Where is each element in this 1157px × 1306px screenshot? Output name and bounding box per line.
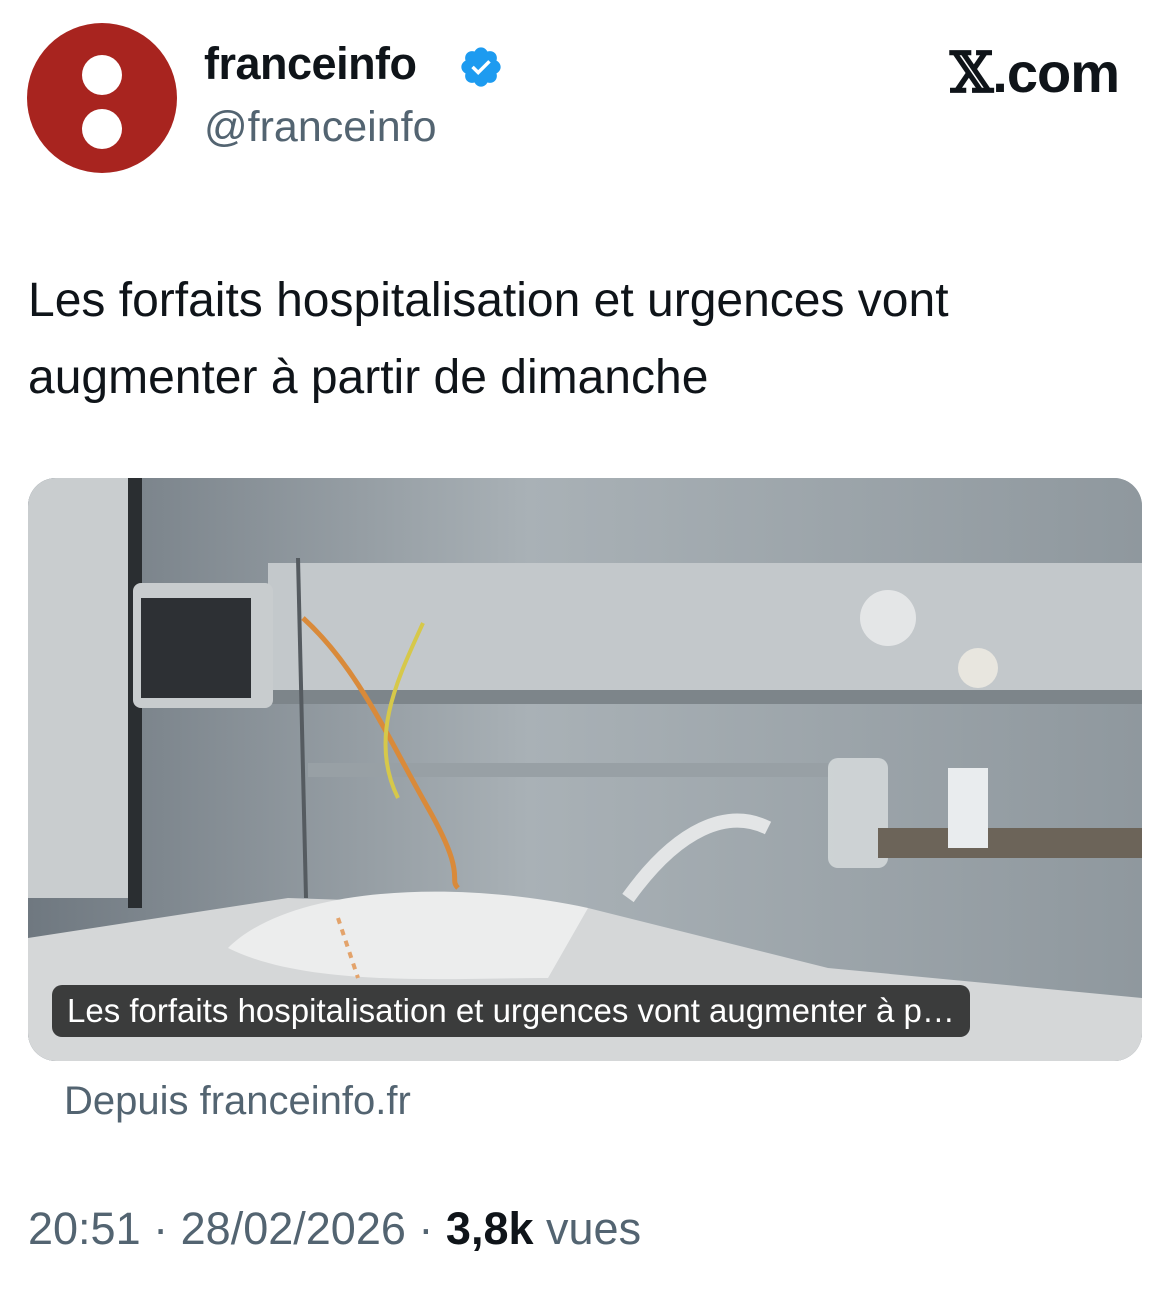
- x-logo-icon: 𝕏: [949, 40, 993, 106]
- avatar-dot-top: [82, 55, 122, 95]
- x-com-suffix: .com: [992, 41, 1120, 104]
- author-name[interactable]: franceinfo: [204, 38, 417, 90]
- link-card-image[interactable]: [28, 478, 1142, 1061]
- author-avatar[interactable]: [27, 23, 177, 173]
- link-card-caption[interactable]: Les forfaits hospitalisation et urgences…: [52, 985, 970, 1037]
- tweet-date[interactable]: 28/02/2026: [181, 1203, 406, 1254]
- author-handle[interactable]: @franceinfo: [204, 103, 437, 152]
- meta-separator-2: ·: [418, 1203, 434, 1254]
- tweet-meta: 20:51 · 28/02/2026 · 3,8k vues: [28, 1203, 641, 1255]
- link-source[interactable]: Depuis franceinfo.fr: [64, 1079, 411, 1124]
- tweet-time[interactable]: 20:51: [28, 1203, 141, 1254]
- hospital-room-photo: [28, 478, 1142, 1061]
- avatar-dot-bottom: [82, 109, 122, 149]
- meta-separator: ·: [153, 1203, 169, 1254]
- views-label: vues: [546, 1203, 642, 1254]
- x-com-logo: 𝕏.com: [949, 40, 1120, 106]
- views-count: 3,8k: [445, 1203, 534, 1254]
- tweet-text: Les forfaits hospitalisation et urgences…: [28, 274, 949, 404]
- verified-badge-icon: [461, 47, 501, 87]
